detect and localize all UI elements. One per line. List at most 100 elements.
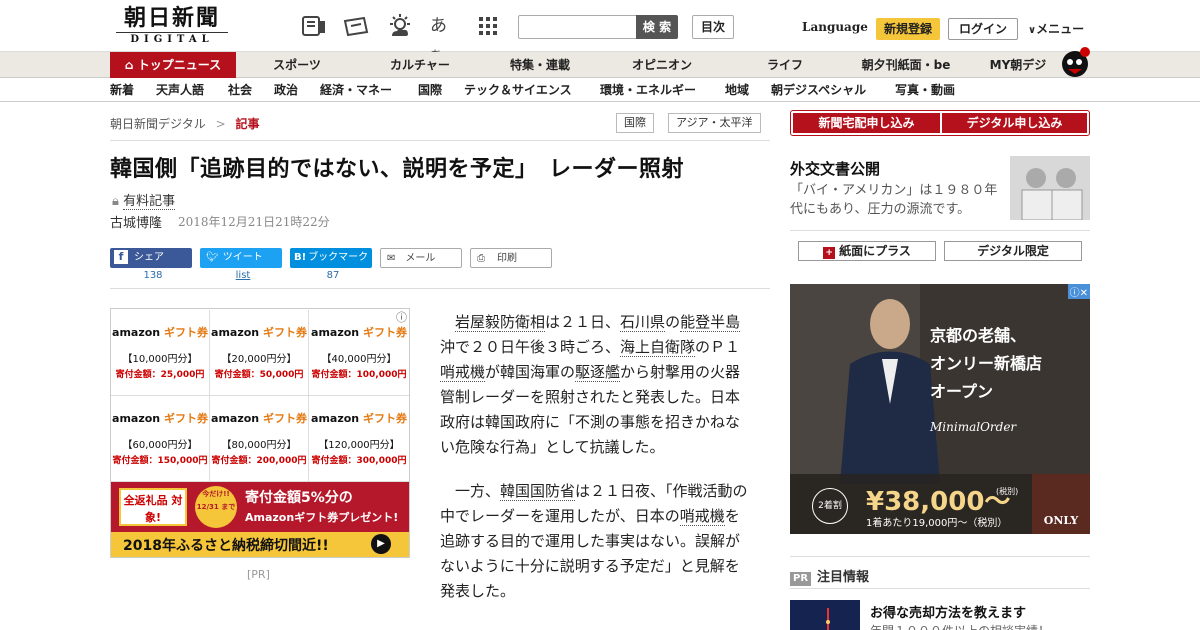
furusato-ad[interactable]: ⓘ amazon ギフト券 【10,000円分】 寄付金額：25,000円 amaz… xyxy=(110,308,410,558)
keyword-link[interactable]: 駆逐艦 xyxy=(575,363,621,382)
pr-section-header: PR 注目情報 xyxy=(790,566,869,586)
mail-button[interactable]: ✉︎ メール xyxy=(380,248,462,268)
nav2-environment[interactable]: 環境・エネルギー xyxy=(600,79,696,101)
tag-asia-pacific[interactable]: アジア・太平洋 xyxy=(668,113,761,133)
search-button[interactable]: 検 索 xyxy=(636,15,678,39)
twitter-share-button[interactable]: 🐦︎ ツイート xyxy=(200,248,282,268)
logo-kanji: 朝日新聞 xyxy=(123,5,220,31)
mail-label: メール xyxy=(405,253,436,264)
keyword-link[interactable]: 哨戒機 xyxy=(679,507,725,526)
nav2-politics[interactable]: 政治 xyxy=(274,79,298,101)
bookmark-label: ブックマーク xyxy=(308,252,369,263)
keyword-link[interactable]: 哨戒機 xyxy=(440,363,486,382)
nav-newspaper[interactable]: 朝夕刊紙面・be xyxy=(850,52,962,78)
gift-cell[interactable]: amazon ギフト券 【10,000円分】 寄付金額：25,000円 xyxy=(111,310,210,396)
newspaper-icon[interactable] xyxy=(300,12,328,40)
keyword-link[interactable]: 海上自衛隊 xyxy=(620,338,696,357)
gift-cell[interactable]: amazon ギフト券 【80,000円分】 寄付金額：200,000円 xyxy=(210,396,309,482)
breadcrumb: 朝日新聞デジタル > 記事 xyxy=(110,115,260,132)
paper-plus-button[interactable]: + 紙面にプラス xyxy=(798,241,936,261)
pr-thumbnail[interactable] xyxy=(790,600,860,630)
facebook-share-button[interactable]: f シェア xyxy=(110,248,192,268)
hatena-count: 87 xyxy=(326,270,340,281)
paid-article-badge[interactable]: 🔒︎ 有料記事 xyxy=(112,190,176,210)
amazon-brand: amazon xyxy=(311,326,360,339)
amazon-brand: amazon xyxy=(211,412,260,425)
breadcrumb-home[interactable]: 朝日新聞デジタル xyxy=(110,117,206,131)
pr-title[interactable]: お得な売却方法を教えます xyxy=(870,602,1026,621)
gift-cell[interactable]: amazon ギフト券 【60,000円分】 寄付金額：150,000円 xyxy=(111,396,210,482)
print-label: 印刷 xyxy=(497,253,517,264)
login-button[interactable]: ログイン xyxy=(948,18,1018,40)
tag-international[interactable]: 国際 xyxy=(616,113,654,133)
nav-life[interactable]: ライフ xyxy=(735,52,835,78)
nav-features[interactable]: 特集・連載 xyxy=(490,52,590,78)
gift-amount: 【120,000円分】 xyxy=(318,440,400,451)
nav2-economy[interactable]: 経済・マネー xyxy=(320,79,392,101)
nav2-new[interactable]: 新着 xyxy=(110,79,134,101)
ad-close-icon[interactable]: ⓘ✕ xyxy=(1067,284,1090,299)
register-button[interactable]: 新規登録 xyxy=(876,18,940,40)
feature-photo[interactable] xyxy=(1010,156,1090,221)
mascot-icon xyxy=(1058,44,1092,78)
banner-headline: 寄付金額5%分の xyxy=(245,490,353,506)
keyword-link[interactable]: 石川県 xyxy=(620,313,666,332)
weather-icon[interactable] xyxy=(386,12,414,40)
keyword-link[interactable]: 韓国国防省 xyxy=(500,482,576,501)
delivery-subscribe-button[interactable]: 新聞宅配申し込み xyxy=(793,113,940,133)
gift-cell[interactable]: amazon ギフト券 【120,000円分】 寄付金額：300,000円 xyxy=(309,396,409,482)
gift-grid: amazon ギフト券 【10,000円分】 寄付金額：25,000円 amazon… xyxy=(111,310,409,482)
nav2-special[interactable]: 朝デジスペシャル xyxy=(771,79,866,101)
text-run: 沖で２０日午後３時ごろ、 xyxy=(440,338,621,356)
digital-subscribe-button[interactable]: デジタル申し込み xyxy=(942,113,1087,133)
mail-icon: ✉︎ xyxy=(387,253,396,264)
kifu-amount: 寄付金額：150,000円 xyxy=(112,456,208,466)
divider xyxy=(790,556,1090,557)
text-run: が韓国海軍の xyxy=(485,363,576,381)
breadcrumb-sep: > xyxy=(215,117,226,131)
print-button[interactable]: ⎙ 印刷 xyxy=(470,248,552,268)
printer-icon: ⎙ xyxy=(477,253,485,264)
facebook-icon: f xyxy=(114,250,128,264)
nav2-tensei[interactable]: 天声人語 xyxy=(156,79,204,101)
digital-only-button[interactable]: デジタル限定 xyxy=(944,241,1082,261)
nav-sports[interactable]: スポーツ xyxy=(250,52,344,78)
twitter-count[interactable]: list xyxy=(202,270,284,281)
feature-desc[interactable]: 「バイ・アメリカン」は１９８０年代にもあり、圧力の源流です。 xyxy=(790,181,1002,219)
nav-culture[interactable]: カルチャー xyxy=(370,52,470,78)
text-run: 一方、 xyxy=(455,482,501,500)
nav2-tech[interactable]: テック＆サイエンス xyxy=(464,79,572,101)
hatena-bookmark-button[interactable]: B! ブックマーク xyxy=(290,248,372,268)
language-link[interactable]: Language xyxy=(802,20,868,34)
contents-button[interactable]: 目次 xyxy=(692,15,734,39)
share-label: シェア xyxy=(134,252,164,263)
nav-opinion[interactable]: オピニオン xyxy=(612,52,712,78)
nav-my-asadigi[interactable]: MY朝デジ xyxy=(980,52,1056,78)
play-icon[interactable]: ▶ xyxy=(371,534,391,554)
menu-label: メニュー xyxy=(1036,22,1085,36)
gift-cell[interactable]: amazon ギフト券 【40,000円分】 寄付金額：100,000円 xyxy=(309,310,409,396)
gift-cell[interactable]: amazon ギフト券 【20,000円分】 寄付金額：50,000円 xyxy=(210,310,309,396)
keyword-link[interactable]: 能登半島 xyxy=(680,313,741,332)
campaign-banner: 全返礼品 対象! 今だけ!! 12/31 まで 寄付金額5%分の Amazonギ… xyxy=(111,482,409,532)
sub-nav: 新着 天声人語 社会 政治 経済・マネー 国際 テック＆サイエンス 環境・エネル… xyxy=(0,79,1200,102)
plus-icon: + xyxy=(823,247,836,259)
feature-title[interactable]: 外交文書公開 xyxy=(790,158,880,179)
kifu-amount: 寄付金額：100,000円 xyxy=(311,370,407,380)
menu-button[interactable]: ∨メニュー xyxy=(1028,20,1084,37)
asahi-logo[interactable]: 朝日新聞 DIGITAL xyxy=(116,6,228,48)
font-size-icon[interactable]: ああ xyxy=(430,12,458,62)
search-input[interactable] xyxy=(518,15,638,39)
nav2-region[interactable]: 地域 xyxy=(725,79,749,101)
nav-top-news[interactable]: ⌂ トップニュース xyxy=(110,52,236,78)
keyword-link[interactable]: 岩屋毅 xyxy=(455,313,501,332)
nav2-international[interactable]: 国際 xyxy=(418,79,442,101)
nav2-photo[interactable]: 写真・動画 xyxy=(895,79,955,101)
suit-ad[interactable]: ⓘ✕ 京都の老舗、 オンリー新橋店 オープン MinimalOrder 2着割 … xyxy=(790,284,1090,534)
grid-menu-icon[interactable] xyxy=(478,12,506,40)
keyword-link[interactable]: 防衛相 xyxy=(500,313,546,332)
ticket-icon[interactable] xyxy=(342,12,370,40)
nav2-society[interactable]: 社会 xyxy=(228,79,252,101)
gift-label: ギフト券 xyxy=(362,412,407,425)
pr-subtitle[interactable]: 年間１０００件以上の相談実績！ xyxy=(870,622,1050,630)
